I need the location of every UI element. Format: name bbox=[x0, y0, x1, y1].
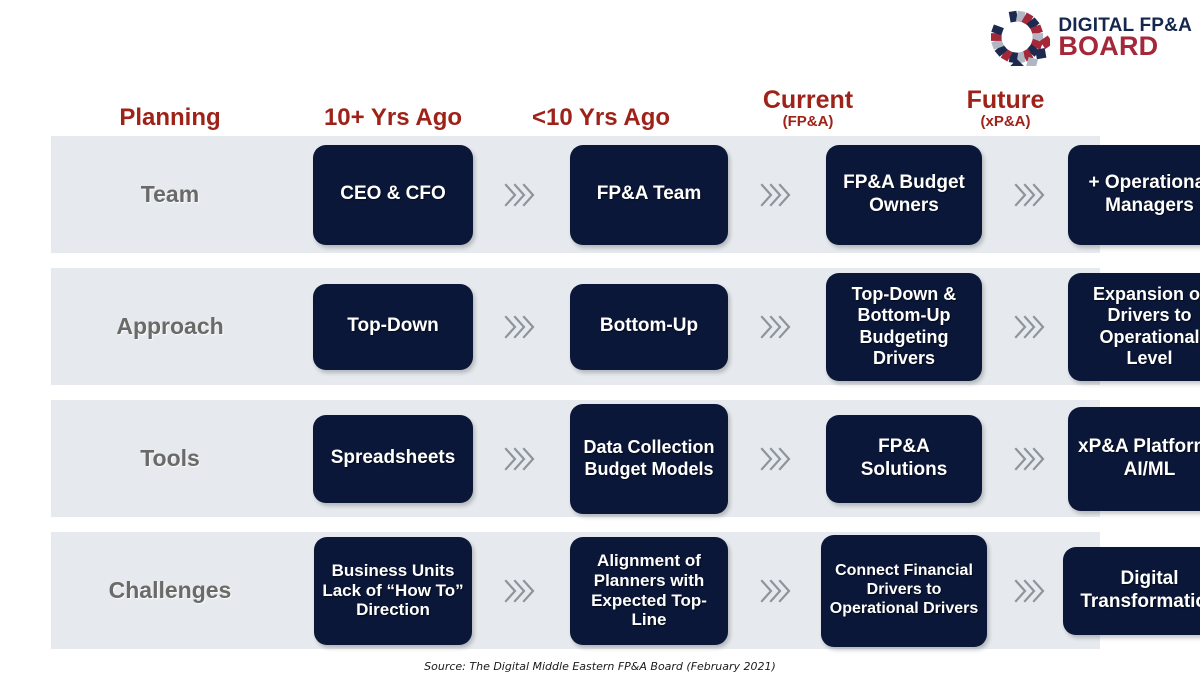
matrix-cell: Digital Transformation bbox=[1055, 532, 1200, 649]
matrix-cell: FP&A Budget Owners bbox=[801, 136, 1007, 253]
column-header-10plus-yrs-ago: 10+ Yrs Ago bbox=[289, 105, 497, 130]
stage-box-tools-2[interactable]: Data Collection Budget Models bbox=[570, 403, 728, 514]
stage-box-team-4[interactable]: + Operational Managers bbox=[1067, 144, 1200, 245]
arrow-separator bbox=[1007, 268, 1055, 385]
matrix-cell: Connect Financial Drivers to Operational… bbox=[801, 532, 1007, 649]
stage-box-challenges-1[interactable]: Business Units Lack of “How To” Directio… bbox=[314, 536, 472, 645]
matrix-cell: CEO & CFO bbox=[289, 136, 497, 253]
column-header-10plus-yrs-ago-label: 10+ Yrs Ago bbox=[323, 103, 463, 131]
triple-chevron-right-icon bbox=[504, 446, 535, 471]
arrow-separator bbox=[497, 400, 545, 517]
column-header-planning: Planning bbox=[51, 105, 289, 130]
stage-box-challenges-2[interactable]: Alignment of Planners with Expected Top-… bbox=[570, 536, 728, 645]
source-note: Source: The Digital Middle Eastern FP&A … bbox=[424, 660, 776, 673]
radial-dashes-icon bbox=[991, 10, 1051, 66]
matrix-row: Approach Top-Down Bottom-Up Top-Down & B… bbox=[51, 268, 1200, 385]
stage-box-team-1[interactable]: CEO & CFO bbox=[313, 144, 473, 245]
triple-chevron-right-icon bbox=[504, 578, 535, 603]
triple-chevron-right-icon bbox=[1014, 182, 1045, 207]
stage-box-approach-4[interactable]: Expansion of Drivers to Operational Leve… bbox=[1067, 272, 1200, 381]
column-header-current: Current (FP&A) bbox=[705, 87, 911, 130]
matrix-cell: FP&A Solutions bbox=[801, 400, 1007, 517]
arrow-separator bbox=[753, 136, 801, 253]
row-label-challenges: Challenges bbox=[108, 577, 232, 603]
column-header-under-10-yrs-ago-label: <10 Yrs Ago bbox=[531, 103, 671, 131]
stage-box-tools-4[interactable]: xP&A Platforms AI/ML bbox=[1067, 406, 1200, 511]
matrix-cell: xP&A Platforms AI/ML bbox=[1055, 400, 1200, 517]
stage-box-tools-3[interactable]: FP&A Solutions bbox=[826, 414, 982, 503]
row-label-team: Team bbox=[140, 181, 200, 207]
brand-line-2: BOARD bbox=[1058, 31, 1159, 62]
column-header-future-label: Future bbox=[966, 86, 1045, 114]
arrow-separator bbox=[1007, 400, 1055, 517]
triple-chevron-right-icon bbox=[760, 182, 791, 207]
matrix-cell: Top-Down bbox=[289, 268, 497, 385]
matrix-cell: Bottom-Up bbox=[545, 268, 753, 385]
stage-box-tools-1[interactable]: Spreadsheets bbox=[313, 414, 473, 503]
arrow-separator bbox=[1007, 532, 1055, 649]
row-cells: Business Units Lack of “How To” Directio… bbox=[289, 532, 1200, 649]
column-header-under-10-yrs-ago: <10 Yrs Ago bbox=[497, 105, 705, 130]
column-header-current-sublabel: (FP&A) bbox=[782, 113, 834, 131]
matrix-cell: FP&A Team bbox=[545, 136, 753, 253]
matrix-cell: Business Units Lack of “How To” Directio… bbox=[289, 532, 497, 649]
matrix-cell: Expansion of Drivers to Operational Leve… bbox=[1055, 268, 1200, 385]
arrow-separator bbox=[497, 532, 545, 649]
row-label-approach: Approach bbox=[116, 313, 224, 339]
row-cells: Top-Down Bottom-Up Top-Down & Bottom-Up … bbox=[289, 268, 1200, 385]
triple-chevron-right-icon bbox=[760, 578, 791, 603]
arrow-separator bbox=[1007, 136, 1055, 253]
matrix-cell: Alignment of Planners with Expected Top-… bbox=[545, 532, 753, 649]
column-header-future-sublabel: (xP&A) bbox=[980, 113, 1031, 131]
arrow-separator bbox=[497, 136, 545, 253]
stage-box-team-2[interactable]: FP&A Team bbox=[570, 144, 728, 245]
column-headers: Planning 10+ Yrs Ago <10 Yrs Ago Current… bbox=[51, 72, 1100, 130]
triple-chevron-right-icon bbox=[1014, 446, 1045, 471]
stage-box-approach-1[interactable]: Top-Down bbox=[313, 283, 473, 370]
matrix-cell: Top-Down & Bottom-Up Budgeting Drivers bbox=[801, 268, 1007, 385]
column-header-current-label: Current bbox=[762, 86, 854, 114]
triple-chevron-right-icon bbox=[504, 182, 535, 207]
triple-chevron-right-icon bbox=[1014, 314, 1045, 339]
brand-wordmark: DIGITAL FP&A BOARD bbox=[1058, 16, 1192, 62]
row-label-tools: Tools bbox=[140, 445, 200, 471]
matrix-cell: Data Collection Budget Models bbox=[545, 400, 753, 517]
matrix-row: Challenges Business Units Lack of “How T… bbox=[51, 532, 1200, 649]
row-cells: CEO & CFO FP&A Team FP&A Budget Owners +… bbox=[289, 136, 1200, 253]
triple-chevron-right-icon bbox=[760, 446, 791, 471]
matrix-row: Tools Spreadsheets Data Collection Budge… bbox=[51, 400, 1200, 517]
arrow-separator bbox=[753, 532, 801, 649]
triple-chevron-right-icon bbox=[504, 314, 535, 339]
arrow-separator bbox=[497, 268, 545, 385]
matrix-cell: Spreadsheets bbox=[289, 400, 497, 517]
column-header-future: Future (xP&A) bbox=[911, 87, 1100, 130]
matrix-row: Team CEO & CFO FP&A Team FP&A Budget Own… bbox=[51, 136, 1200, 253]
arrow-separator bbox=[753, 268, 801, 385]
stage-box-challenges-4[interactable]: Digital Transformation bbox=[1062, 546, 1200, 635]
column-header-planning-label: Planning bbox=[119, 103, 221, 131]
matrix-cell: + Operational Managers bbox=[1055, 136, 1200, 253]
evolution-matrix: Team CEO & CFO FP&A Team FP&A Budget Own… bbox=[51, 136, 1200, 649]
stage-box-challenges-3[interactable]: Connect Financial Drivers to Operational… bbox=[821, 534, 987, 647]
triple-chevron-right-icon bbox=[1014, 578, 1045, 603]
stage-box-team-3[interactable]: FP&A Budget Owners bbox=[826, 144, 982, 245]
row-cells: Spreadsheets Data Collection Budget Mode… bbox=[289, 400, 1200, 517]
arrow-separator bbox=[753, 400, 801, 517]
triple-chevron-right-icon bbox=[760, 314, 791, 339]
stage-box-approach-3[interactable]: Top-Down & Bottom-Up Budgeting Drivers bbox=[826, 272, 982, 381]
brand-logo: DIGITAL FP&A BOARD bbox=[988, 10, 1192, 66]
stage-box-approach-2[interactable]: Bottom-Up bbox=[570, 283, 728, 370]
